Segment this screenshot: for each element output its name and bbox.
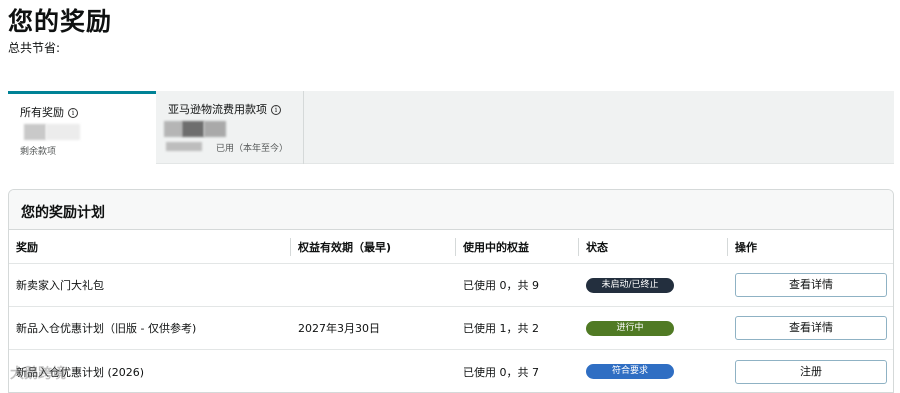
- reward-usage: 已使用 0，共 9: [463, 279, 539, 292]
- column-header-reward: 奖励: [16, 240, 38, 254]
- tab-all-rewards-title: 所有奖励 i: [20, 104, 78, 120]
- action-cell: 查看详情: [735, 264, 887, 306]
- redacted-amount: [164, 121, 182, 137]
- info-icon[interactable]: i: [68, 108, 78, 118]
- status-badge: 符合要求: [586, 364, 674, 379]
- tab-fba-fee-credits-title: 亚马逊物流费用款项 i: [168, 101, 281, 117]
- column-header-status: 状态: [586, 240, 608, 254]
- reward-expiry: 2027年3月30日: [298, 322, 380, 335]
- reward-name: 新品入仓优惠计划 (2026): [16, 365, 145, 379]
- register-button[interactable]: 注册: [735, 359, 887, 384]
- redacted-amount: [166, 142, 202, 151]
- view-details-button[interactable]: 查看详情: [735, 273, 887, 297]
- reward-name: 新品入仓优惠计划（旧版 - 仅供参考): [16, 322, 197, 335]
- action-cell: 查看详情: [735, 307, 887, 349]
- reward-programs-card: 您的奖励计划 奖励 权益有效期（最早) 使用中的权益 状态 操作 新卖家入门大礼…: [8, 189, 894, 393]
- rewards-tabs: 所有奖励 i 剩余款项 亚马逊物流费用款项 i 已用（本年至今）: [8, 91, 894, 164]
- column-divider: [455, 238, 456, 256]
- table-row: 新品入仓优惠计划 (2026) 已使用 0，共 7 符合要求 注册: [9, 350, 893, 392]
- redacted-amount: [204, 121, 226, 137]
- action-cell: 注册: [735, 350, 887, 392]
- tab-fba-fee-credits-label: 亚马逊物流费用款项: [168, 103, 267, 116]
- table-header-row: 奖励 权益有效期（最早) 使用中的权益 状态 操作: [9, 230, 893, 264]
- page-title: 您的奖励: [8, 7, 113, 36]
- table-row: 新卖家入门大礼包 已使用 0，共 9 未启动/已终止 查看详情: [9, 264, 893, 307]
- tab-all-rewards-label: 所有奖励: [20, 106, 64, 119]
- column-divider: [578, 238, 579, 256]
- column-header-used-benefits: 使用中的权益: [463, 240, 529, 254]
- tab-all-rewards-subtitle: 剩余款项: [20, 147, 57, 157]
- info-icon[interactable]: i: [271, 105, 281, 115]
- status-cell: 进行中: [586, 307, 674, 349]
- reward-name: 新卖家入门大礼包: [16, 279, 104, 292]
- tab-fba-fee-credits-subtitle: 已用（本年至今）: [216, 144, 289, 154]
- redacted-amount: [24, 124, 46, 140]
- status-badge: 进行中: [586, 320, 674, 336]
- reward-usage: 已使用 0，共 7: [463, 365, 539, 379]
- total-savings-label: 总共节省:: [8, 41, 61, 55]
- column-divider: [290, 238, 291, 256]
- tab-all-rewards[interactable]: 所有奖励 i 剩余款项: [8, 91, 156, 164]
- redacted-amount: [46, 124, 80, 140]
- status-cell: 符合要求: [586, 350, 674, 392]
- column-header-action: 操作: [735, 240, 757, 254]
- status-cell: 未启动/已终止: [586, 264, 674, 306]
- status-badge: 未启动/已终止: [586, 277, 674, 293]
- table-row: 新品入仓优惠计划（旧版 - 仅供参考) 2027年3月30日 已使用 1，共 2…: [9, 307, 893, 350]
- column-divider: [727, 238, 728, 256]
- column-header-expiry: 权益有效期（最早): [298, 240, 392, 254]
- reward-usage: 已使用 1，共 2: [463, 322, 539, 335]
- card-title: 您的奖励计划: [9, 190, 893, 230]
- redacted-amount: [182, 121, 204, 137]
- tab-fba-fee-credits[interactable]: 亚马逊物流费用款项 i 已用（本年至今）: [156, 91, 304, 164]
- view-details-button[interactable]: 查看详情: [735, 316, 887, 340]
